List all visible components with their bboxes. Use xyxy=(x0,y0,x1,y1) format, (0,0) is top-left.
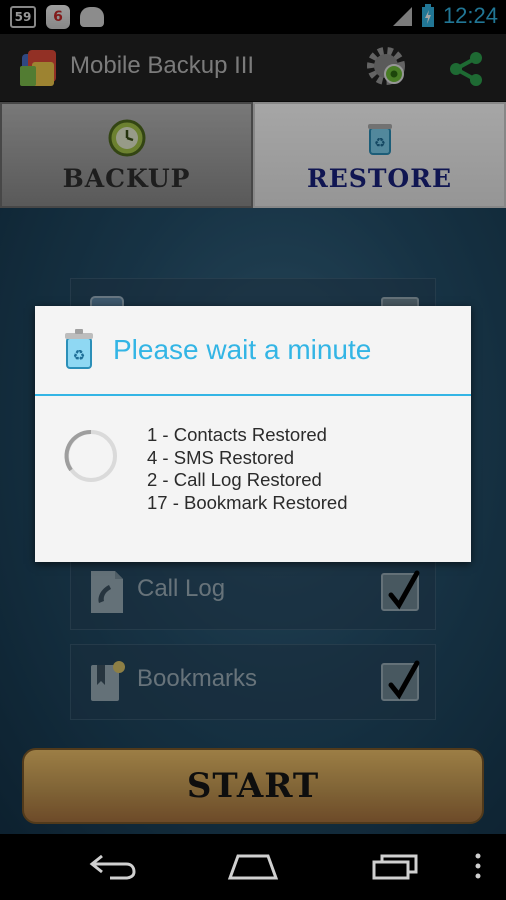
recent-apps-icon[interactable] xyxy=(370,850,422,882)
progress-dialog: ♻ Please wait a minute 1 - Contacts Rest… xyxy=(35,306,471,562)
dialog-messages: 1 - Contacts Restored 4 - SMS Restored 2… xyxy=(147,424,348,514)
svg-text:♻: ♻ xyxy=(73,348,86,364)
home-icon[interactable] xyxy=(226,850,280,882)
message-call-log: 2 - Call Log Restored xyxy=(147,469,322,490)
back-icon[interactable] xyxy=(88,850,138,882)
message-sms: 4 - SMS Restored xyxy=(147,446,295,468)
message-bookmark: 17 - Bookmark Restored xyxy=(147,491,348,513)
dialog-header: ♻ Please wait a minute xyxy=(35,306,471,396)
navigation-bar xyxy=(0,834,506,900)
message-contacts: 1 - Contacts Restored xyxy=(147,424,327,445)
dialog-title: Please wait a minute xyxy=(113,334,372,365)
recycle-bin-icon: ♻ xyxy=(65,329,93,369)
overflow-menu-icon[interactable] xyxy=(474,850,482,882)
loading-spinner-icon xyxy=(64,429,117,482)
